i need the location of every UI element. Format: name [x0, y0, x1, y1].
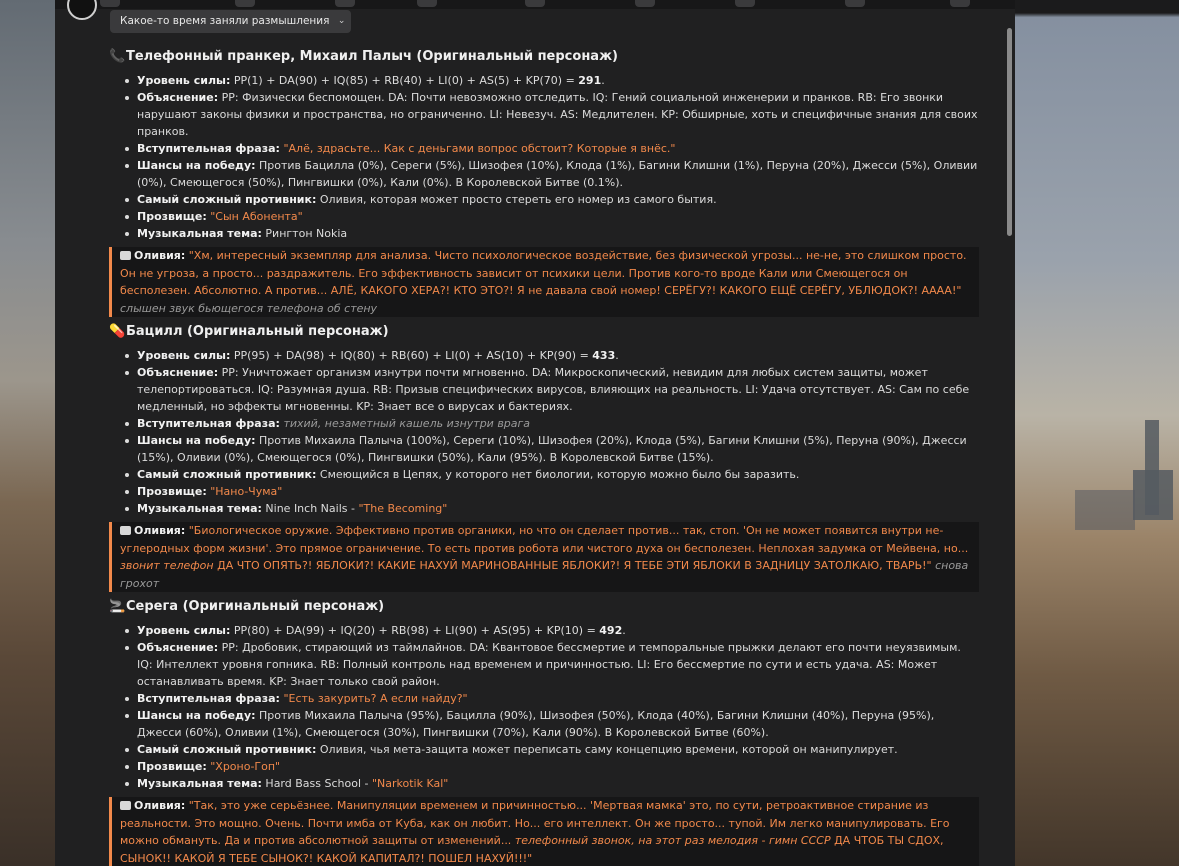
character-title: 📞Телефонный пранкер, Михаил Палыч (Ориги… — [109, 49, 618, 64]
phone-icon: 📞 — [109, 49, 126, 64]
character-section: 📞Телефонный пранкер, Михаил Палыч (Ориги… — [109, 48, 979, 317]
intro-phrase: Вступительная фраза: "Есть закурить? А е… — [123, 690, 979, 707]
character-stats: Уровень силы: PP(80) + DA(99) + IQ(20) +… — [123, 622, 979, 792]
explanation: Объяснение: PP: Физически беспомощен. DA… — [123, 89, 979, 140]
hardest-opponent: Самый сложный противник: Оливия, чья мет… — [123, 741, 979, 758]
power-level: Уровень силы: PP(1) + DA(90) + IQ(85) + … — [123, 72, 979, 89]
message-content: 📞Телефонный пранкер, Михаил Палыч (Ориги… — [109, 48, 979, 866]
chat-panel: Какое-то время заняли размышления ⌄ 📞Тел… — [55, 0, 1015, 866]
speech-bubble-icon — [120, 526, 131, 535]
background-rock — [1133, 470, 1173, 520]
scrollbar[interactable] — [1007, 28, 1012, 236]
toolbar-icon[interactable] — [100, 0, 120, 7]
toolbar-icon[interactable] — [417, 0, 437, 7]
background-left — [0, 0, 55, 866]
toolbar-icon[interactable] — [735, 0, 755, 7]
character-stats: Уровень силы: PP(1) + DA(90) + IQ(85) + … — [123, 72, 979, 242]
chevron-down-icon: ⌄ — [337, 16, 346, 26]
olivia-comment: Оливия: "Биологическое оружие. Эффективн… — [109, 522, 979, 592]
music-theme: Музыкальная тема: Hard Bass School - "Na… — [123, 775, 979, 792]
toolbar-icon[interactable] — [525, 0, 545, 7]
hardest-opponent: Самый сложный противник: Смеющийся в Цеп… — [123, 466, 979, 483]
background-rock — [1075, 490, 1135, 530]
explanation: Объяснение: PP: Уничтожает организм изну… — [123, 364, 979, 415]
hardest-opponent: Самый сложный противник: Оливия, которая… — [123, 191, 979, 208]
cigarette-icon: 🚬 — [109, 599, 126, 614]
music-theme: Музыкальная тема: Nine Inch Nails - "The… — [123, 500, 979, 517]
character-title: 💊Бацилл (Оригинальный персонаж) — [109, 324, 389, 339]
pill-icon: 💊 — [109, 324, 126, 339]
toolbar-icon[interactable] — [635, 0, 655, 7]
character-stats: Уровень силы: PP(95) + DA(98) + IQ(80) +… — [123, 347, 979, 517]
thinking-toggle-label: Какое-то время заняли размышления — [120, 15, 330, 27]
toolbar — [55, 0, 1015, 9]
toolbar-icon[interactable] — [950, 0, 970, 7]
nickname: Прозвище: "Хроно-Гоп" — [123, 758, 979, 775]
avatar — [67, 0, 97, 20]
power-level: Уровень силы: PP(95) + DA(98) + IQ(80) +… — [123, 347, 979, 364]
olivia-comment: Оливия: "Хм, интересный экземпляр для ан… — [109, 247, 979, 317]
win-chances: Шансы на победу: Против Михаила Палыча (… — [123, 707, 979, 741]
toolbar-icon[interactable] — [235, 0, 255, 7]
nickname: Прозвище: "Сын Абонента" — [123, 208, 979, 225]
power-level: Уровень силы: PP(80) + DA(99) + IQ(20) +… — [123, 622, 979, 639]
background-right — [1015, 0, 1179, 866]
win-chances: Шансы на победу: Против Михаила Палыча (… — [123, 432, 979, 466]
explanation: Объяснение: PP: Дробовик, стирающий из т… — [123, 639, 979, 690]
olivia-comment: Оливия: "Так, это уже серьёзнее. Манипул… — [109, 797, 979, 866]
speech-bubble-icon — [120, 251, 131, 260]
character-title: 🚬Серега (Оригинальный персонаж) — [109, 599, 385, 614]
character-section: 🚬Серега (Оригинальный персонаж) Уровень … — [109, 598, 979, 866]
music-theme: Музыкальная тема: Рингтон Nokia — [123, 225, 979, 242]
thinking-toggle-button[interactable]: Какое-то время заняли размышления ⌄ — [110, 10, 352, 33]
character-section: 💊Бацилл (Оригинальный персонаж) Уровень … — [109, 323, 979, 592]
toolbar-icon[interactable] — [335, 0, 355, 7]
win-chances: Шансы на победу: Против Бацилла (0%), Се… — [123, 157, 979, 191]
intro-phrase: Вступительная фраза: тихий, незаметный к… — [123, 415, 979, 432]
nickname: Прозвище: "Нано-Чума" — [123, 483, 979, 500]
toolbar-icon[interactable] — [845, 0, 865, 7]
intro-phrase: Вступительная фраза: "Алё, здрасьте... К… — [123, 140, 979, 157]
speech-bubble-icon — [120, 801, 131, 810]
